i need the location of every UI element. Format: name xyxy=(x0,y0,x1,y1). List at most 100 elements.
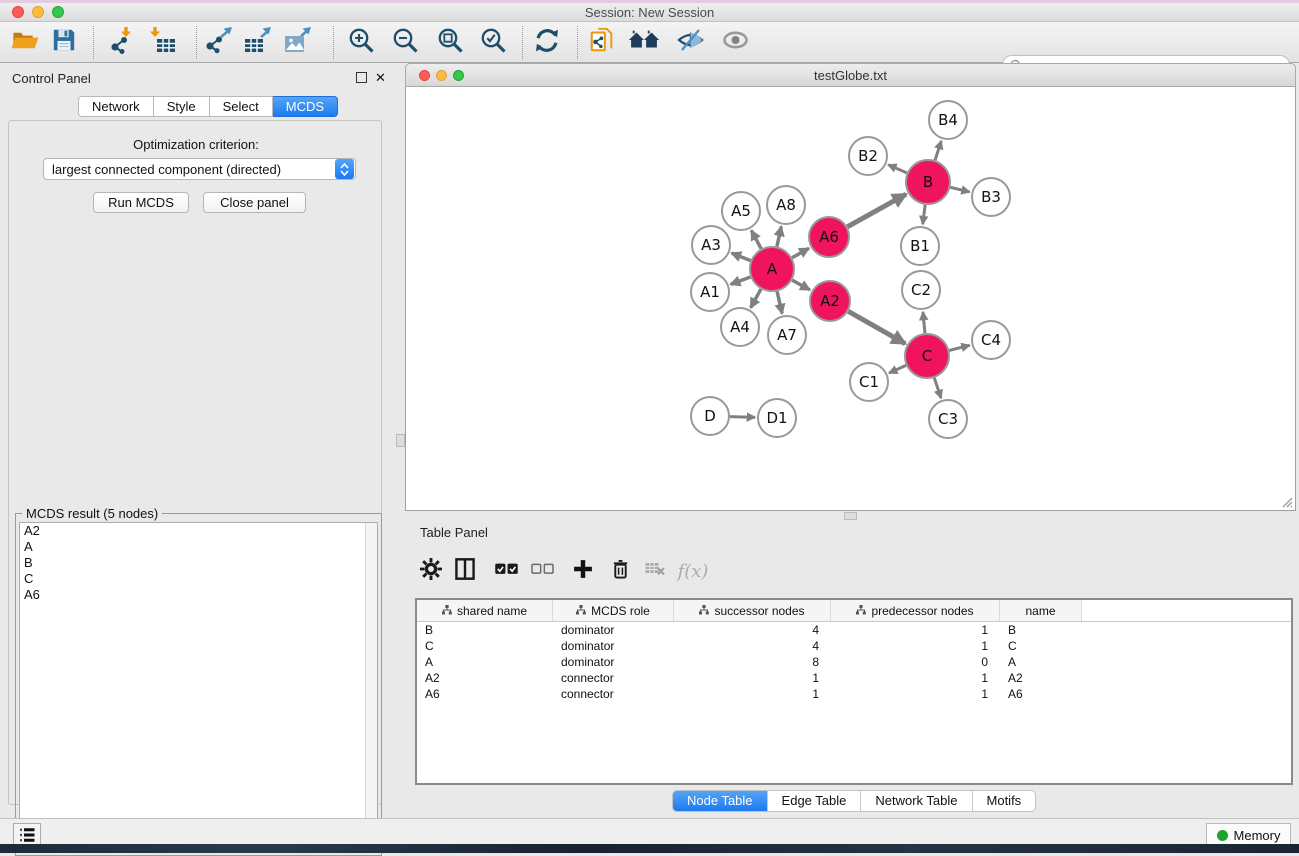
gear-button[interactable] xyxy=(416,556,446,586)
cell-name[interactable]: B xyxy=(1000,623,1082,637)
mcds-result-item[interactable]: A6 xyxy=(20,587,377,603)
float-panel-icon[interactable] xyxy=(356,72,367,83)
mcds-result-list[interactable]: A2ABCA6 xyxy=(19,522,378,852)
save-session-button[interactable] xyxy=(46,25,82,60)
table-row[interactable]: A6connector11A6 xyxy=(417,686,1291,702)
node-A[interactable]: A xyxy=(750,247,794,291)
network-window-titlebar[interactable]: testGlobe.txt xyxy=(405,63,1296,87)
export-image-button[interactable] xyxy=(280,25,316,60)
edge-C-C1[interactable] xyxy=(889,365,906,373)
node-C2[interactable]: C2 xyxy=(902,271,940,309)
node-D[interactable]: D xyxy=(691,397,729,435)
cell-successor-nodes[interactable]: 1 xyxy=(674,671,831,685)
edge-A-A6[interactable] xyxy=(792,248,809,257)
criterion-select[interactable]: largest connected component (directed) xyxy=(43,158,356,180)
export-table-button[interactable] xyxy=(240,25,276,60)
cell-shared-name[interactable]: A xyxy=(417,655,553,669)
horizontal-splitter-handle[interactable] xyxy=(844,512,857,520)
node-A6[interactable]: A6 xyxy=(809,217,849,257)
cell-successor-nodes[interactable]: 8 xyxy=(674,655,831,669)
edge-A-A2[interactable] xyxy=(792,280,810,290)
cell-name[interactable]: A6 xyxy=(1000,687,1082,701)
close-panel-icon[interactable]: ✕ xyxy=(375,72,386,83)
columns-button[interactable] xyxy=(450,556,480,586)
edge-A-A7[interactable] xyxy=(777,291,782,313)
vertical-splitter-handle[interactable] xyxy=(396,434,405,447)
edge-A2-C[interactable] xyxy=(848,311,905,343)
node-C1[interactable]: C1 xyxy=(850,363,888,401)
node-C4[interactable]: C4 xyxy=(972,321,1010,359)
node-B[interactable]: B xyxy=(906,160,950,204)
function-builder-button[interactable]: f(x) xyxy=(678,556,708,586)
tab-select[interactable]: Select xyxy=(210,96,273,117)
minimize-window-icon[interactable] xyxy=(32,6,44,18)
zoom-fit-button[interactable] xyxy=(432,25,468,60)
node-A4[interactable]: A4 xyxy=(721,308,759,346)
network-graph[interactable]: B4B2BB3A5A8A6A3AB1A1A2C2A4A7CC4C1C3DD1 xyxy=(406,87,1295,509)
node-C3[interactable]: C3 xyxy=(929,400,967,438)
cell-MCDS-role[interactable]: connector xyxy=(553,687,674,701)
cell-MCDS-role[interactable]: dominator xyxy=(553,655,674,669)
resize-grip-icon[interactable] xyxy=(1279,494,1293,508)
deselect-all-button[interactable] xyxy=(527,556,557,586)
cell-predecessor-nodes[interactable]: 0 xyxy=(831,655,1000,669)
tab-mcds[interactable]: MCDS xyxy=(273,96,338,117)
node-B4[interactable]: B4 xyxy=(929,101,967,139)
node-A5[interactable]: A5 xyxy=(722,192,760,230)
edge-A-A3[interactable] xyxy=(731,253,750,261)
cell-predecessor-nodes[interactable]: 1 xyxy=(831,639,1000,653)
mcds-result-item[interactable]: B xyxy=(20,555,377,571)
edge-A-A8[interactable] xyxy=(777,226,781,246)
network-canvas[interactable]: B4B2BB3A5A8A6A3AB1A1A2C2A4A7CC4C1C3DD1 xyxy=(405,87,1296,511)
node-A3[interactable]: A3 xyxy=(692,226,730,264)
close-window-icon[interactable] xyxy=(12,6,24,18)
tab-node-table[interactable]: Node Table xyxy=(673,791,768,811)
zoom-out-button[interactable] xyxy=(387,25,423,60)
tab-network-table[interactable]: Network Table xyxy=(861,791,972,811)
node-B1[interactable]: B1 xyxy=(901,227,939,265)
cell-shared-name[interactable]: C xyxy=(417,639,553,653)
edge-C-C3[interactable] xyxy=(934,378,941,398)
cell-MCDS-role[interactable]: dominator xyxy=(553,639,674,653)
edge-B-B1[interactable] xyxy=(923,205,925,224)
column-header-shared-name[interactable]: shared name xyxy=(417,600,553,621)
node-table[interactable]: shared nameMCDS rolesuccessor nodesprede… xyxy=(415,598,1293,785)
tab-motifs[interactable]: Motifs xyxy=(973,791,1036,811)
close-panel-button[interactable]: Close panel xyxy=(203,192,306,213)
zoom-in-button[interactable] xyxy=(343,25,379,60)
select-all-button[interactable] xyxy=(491,556,521,586)
node-A2[interactable]: A2 xyxy=(810,281,850,321)
edge-D-D1[interactable] xyxy=(730,417,755,418)
table-row[interactable]: Cdominator41C xyxy=(417,638,1291,654)
run-mcds-button[interactable]: Run MCDS xyxy=(93,192,189,213)
cybrowser-button[interactable] xyxy=(626,25,662,60)
table-row[interactable]: Adominator80A xyxy=(417,654,1291,670)
table-row[interactable]: A2connector11A2 xyxy=(417,670,1291,686)
cell-name[interactable]: A2 xyxy=(1000,671,1082,685)
tab-edge-table[interactable]: Edge Table xyxy=(768,791,862,811)
scrollbar[interactable] xyxy=(365,523,377,851)
show-details-button[interactable] xyxy=(717,25,753,60)
delete-table-button[interactable] xyxy=(640,556,670,586)
zoom-selected-button[interactable] xyxy=(475,25,511,60)
edge-A-A4[interactable] xyxy=(751,289,761,308)
cell-predecessor-nodes[interactable]: 1 xyxy=(831,623,1000,637)
edge-B-B2[interactable] xyxy=(888,165,907,173)
table-row[interactable]: Bdominator41B xyxy=(417,622,1291,638)
edge-B-B3[interactable] xyxy=(950,187,969,192)
column-header-MCDS-role[interactable]: MCDS role xyxy=(553,600,674,621)
cell-name[interactable]: C xyxy=(1000,639,1082,653)
node-B2[interactable]: B2 xyxy=(849,137,887,175)
mcds-result-item[interactable]: A2 xyxy=(20,523,377,539)
mcds-result-item[interactable]: C xyxy=(20,571,377,587)
import-network-button[interactable] xyxy=(104,25,140,60)
node-A1[interactable]: A1 xyxy=(691,273,729,311)
cell-shared-name[interactable]: A6 xyxy=(417,687,553,701)
node-B3[interactable]: B3 xyxy=(972,178,1010,216)
edge-A-A1[interactable] xyxy=(731,277,751,284)
mcds-result-item[interactable]: A xyxy=(20,539,377,555)
add-button[interactable] xyxy=(568,556,598,586)
node-D1[interactable]: D1 xyxy=(758,399,796,437)
zoom-window-icon[interactable] xyxy=(52,6,64,18)
tab-style[interactable]: Style xyxy=(154,96,210,117)
